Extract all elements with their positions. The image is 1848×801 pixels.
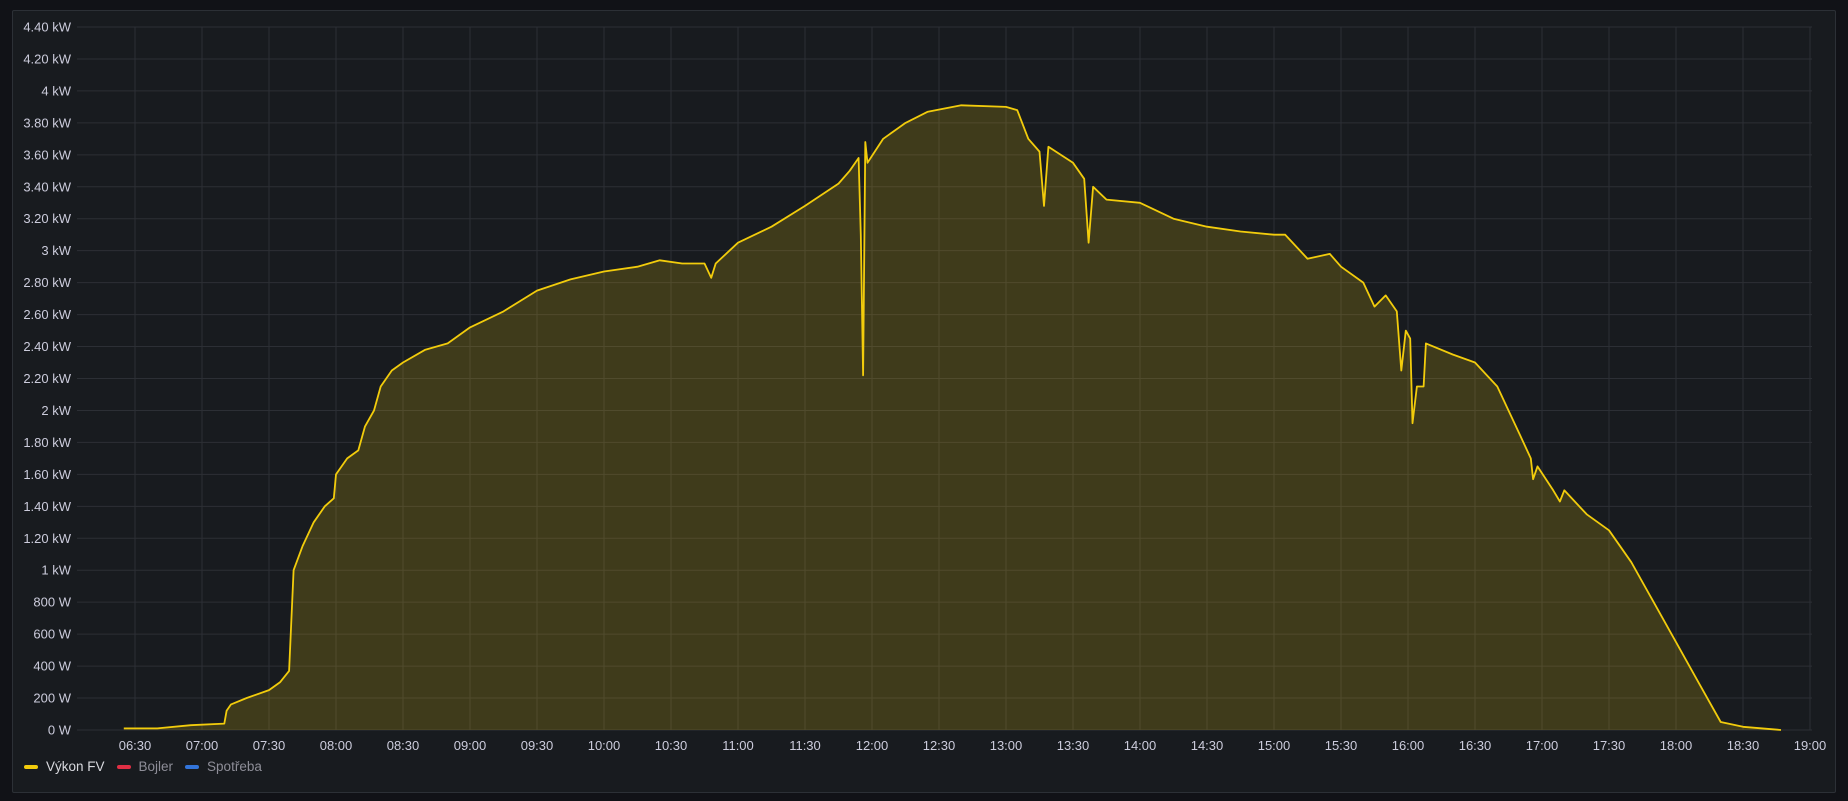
- y-tick-label: 4.20 kW: [23, 51, 71, 66]
- x-tick-label: 08:00: [320, 738, 353, 753]
- x-tick-label: 08:30: [387, 738, 420, 753]
- x-tick-label: 06:30: [119, 738, 152, 753]
- y-tick-label: 2.80 kW: [23, 275, 71, 290]
- legend-label: Výkon FV: [46, 759, 105, 774]
- x-tick-label: 17:30: [1593, 738, 1626, 753]
- y-tick-label: 1.20 kW: [23, 531, 71, 546]
- x-tick-label: 15:00: [1258, 738, 1291, 753]
- x-tick-label: 07:00: [186, 738, 219, 753]
- x-tick-label: 11:00: [722, 738, 754, 753]
- x-tick-label: 11:30: [789, 738, 821, 753]
- y-tick-label: 3.20 kW: [23, 211, 71, 226]
- y-tick-label: 3.40 kW: [23, 179, 71, 194]
- series-layer: [123, 104, 1782, 731]
- time-series-chart: 0 W 200 W 400 W 600 W 800 W 1 kW 1.20 kW 1.40 k…: [23, 20, 1827, 754]
- y-tick-label: 4 kW: [41, 83, 71, 98]
- legend-item-vykon-fv[interactable]: Výkon FV: [24, 759, 105, 774]
- y-tick-label: 3.80 kW: [23, 115, 71, 130]
- x-tick-label: 19:00: [1794, 738, 1827, 753]
- x-tick-label: 10:30: [655, 738, 688, 753]
- legend-swatch: [185, 764, 200, 769]
- legend: Výkon FV Bojler Spotřeba: [24, 759, 262, 774]
- x-tick-label: 13:00: [990, 738, 1023, 753]
- legend-swatch: [24, 764, 38, 769]
- x-axis: 06:30 07:00 07:30 08:00 08:30 09:00 09:30 10:00…: [119, 738, 1827, 753]
- x-tick-label: 15:30: [1325, 738, 1358, 753]
- y-tick-label: 2 kW: [41, 403, 71, 418]
- series-area-vykon-fv: [123, 105, 1781, 731]
- x-tick-label: 17:00: [1526, 738, 1559, 753]
- legend-item-bojler[interactable]: Bojler: [116, 759, 174, 774]
- y-tick-label: 2.20 kW: [23, 371, 71, 386]
- y-tick-label: 200 W: [33, 691, 71, 706]
- y-tick-label: 1 kW: [41, 563, 71, 578]
- x-tick-label: 09:00: [454, 738, 487, 753]
- x-tick-label: 09:30: [521, 738, 554, 753]
- legend-label: Spotřeba: [207, 759, 262, 774]
- y-tick-label: 3.60 kW: [23, 147, 71, 162]
- x-tick-label: 18:30: [1727, 738, 1760, 753]
- legend-swatch: [116, 764, 131, 769]
- y-tick-label: 1.40 kW: [23, 499, 71, 514]
- y-tick-label: 1.80 kW: [23, 435, 71, 450]
- y-tick-label: 4.40 kW: [23, 20, 71, 35]
- y-tick-label: 0 W: [48, 723, 72, 738]
- y-tick-label: 2.40 kW: [23, 339, 71, 354]
- x-tick-label: 10:00: [588, 738, 621, 753]
- y-tick-label: 800 W: [33, 595, 71, 610]
- x-tick-label: 12:30: [923, 738, 956, 753]
- x-tick-label: 16:00: [1392, 738, 1425, 753]
- x-tick-label: 14:00: [1124, 738, 1157, 753]
- y-tick-label: 400 W: [33, 659, 71, 674]
- x-tick-label: 14:30: [1191, 738, 1224, 753]
- x-tick-label: 18:00: [1660, 738, 1693, 753]
- x-tick-label: 07:30: [253, 738, 286, 753]
- x-tick-label: 16:30: [1459, 738, 1492, 753]
- x-tick-label: 12:00: [856, 738, 889, 753]
- legend-label: Bojler: [138, 759, 174, 774]
- y-tick-label: 3 kW: [41, 243, 71, 258]
- y-tick-label: 1.60 kW: [23, 467, 71, 482]
- x-tick-label: 13:30: [1057, 738, 1090, 753]
- y-axis: 0 W 200 W 400 W 600 W 800 W 1 kW 1.20 kW 1.40 k…: [23, 20, 71, 738]
- y-tick-label: 2.60 kW: [23, 307, 71, 322]
- y-tick-label: 600 W: [33, 627, 71, 642]
- legend-item-spotreba[interactable]: Spotřeba: [185, 759, 262, 774]
